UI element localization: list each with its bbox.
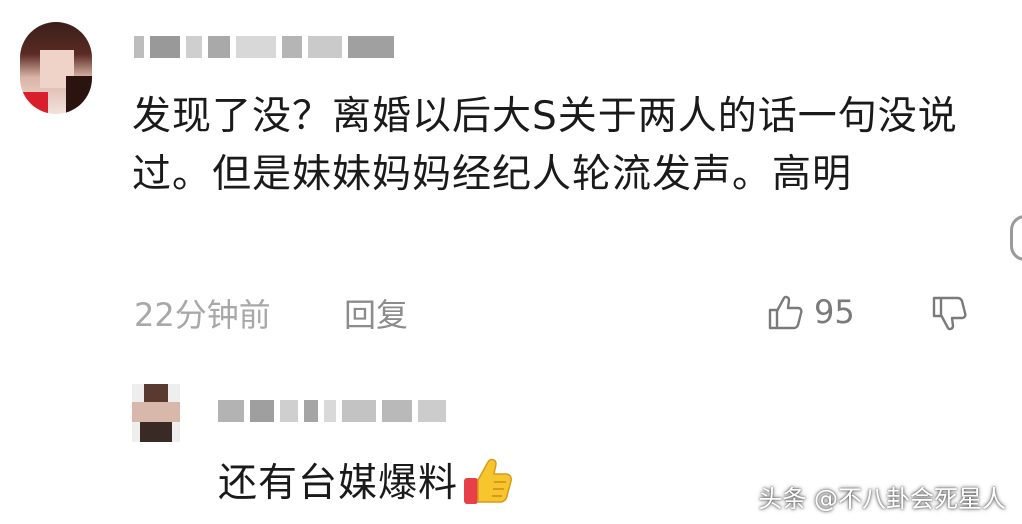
thumbs-down-icon [932, 296, 967, 331]
comment-item: 发现了没？离婚以后大S关于两人的话一句没说过。但是妹妹妈妈经纪人轮流发声。高明 … [0, 0, 1022, 360]
comment-text: 发现了没？离婚以后大S关于两人的话一句没说过。但是妹妹妈妈经纪人轮流发声。高明 [132, 94, 958, 197]
like-button[interactable]: 95 [766, 292, 855, 332]
thumbs-up-icon [768, 295, 803, 330]
reply-text-row: 还有台媒爆料 [218, 452, 516, 508]
reply-avatar[interactable] [132, 384, 180, 442]
reply-username-blurred[interactable] [218, 400, 446, 422]
dislike-button[interactable] [930, 294, 970, 338]
like-count: 95 [814, 293, 855, 331]
username-blurred[interactable] [134, 36, 394, 58]
reply-text: 还有台媒爆料 [218, 461, 459, 506]
comment-timestamp: 22分钟前 [134, 296, 271, 334]
reply-button[interactable]: 回复 [344, 290, 408, 336]
avatar[interactable] [20, 22, 92, 114]
watermark: 头条 @不八卦会死星人 [758, 485, 1006, 513]
thumbs-up-emoji-icon [464, 458, 513, 504]
scroll-edge [1010, 215, 1022, 261]
